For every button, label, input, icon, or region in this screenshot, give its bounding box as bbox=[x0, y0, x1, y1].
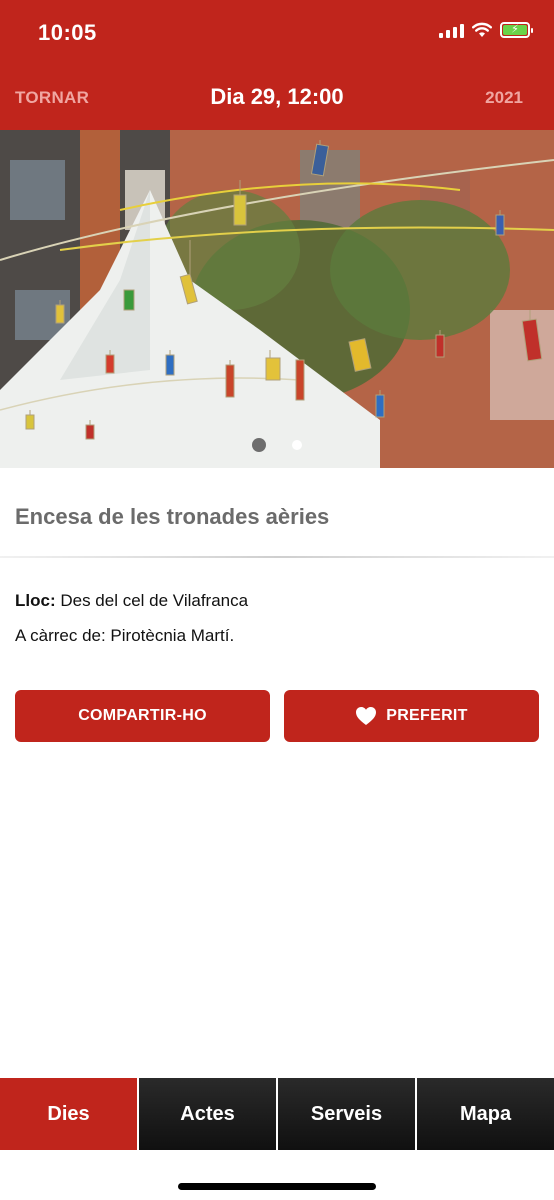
year-button[interactable]: 2021 bbox=[485, 88, 523, 108]
cellular-signal-icon bbox=[439, 22, 464, 38]
favorite-button[interactable]: PREFERIT bbox=[284, 690, 539, 742]
tab-label: Mapa bbox=[459, 1102, 512, 1125]
event-photo bbox=[0, 130, 554, 468]
page-title: Dia 29, 12:00 bbox=[210, 84, 344, 109]
tab-actes[interactable]: Actes bbox=[139, 1078, 278, 1150]
home-indicator-area bbox=[0, 1150, 554, 1200]
tab-dies[interactable]: Dies bbox=[0, 1078, 139, 1150]
tab-mapa[interactable]: Mapa bbox=[417, 1078, 554, 1150]
divider bbox=[0, 556, 554, 558]
tab-label: Serveis bbox=[310, 1102, 383, 1125]
event-title: Encesa de les tronades aèries bbox=[15, 504, 330, 529]
share-button[interactable]: COMPARTIR-HO bbox=[15, 690, 270, 742]
place-value: Des del cel de Vilafranca bbox=[60, 591, 249, 610]
heart-icon bbox=[356, 707, 377, 725]
place-label: Lloc: bbox=[15, 591, 56, 610]
battery-icon: ⚡ bbox=[500, 22, 533, 38]
event-photo-carousel[interactable] bbox=[0, 130, 554, 468]
home-indicator[interactable] bbox=[178, 1183, 376, 1190]
status-time: 10:05 bbox=[38, 20, 97, 45]
app-header: 10:05 ⚡ TORNAR Dia 29, 12:00 2021 bbox=[0, 0, 554, 130]
carousel-pagination[interactable] bbox=[0, 438, 554, 452]
tab-label: Actes bbox=[180, 1102, 235, 1125]
event-organizer: A càrrec de: Pirotècnia Martí. bbox=[15, 626, 235, 645]
carousel-dot-2[interactable] bbox=[292, 440, 302, 450]
carousel-dot-1[interactable] bbox=[252, 438, 266, 452]
share-button-label: COMPARTIR-HO bbox=[78, 707, 207, 724]
tab-label: Dies bbox=[47, 1102, 90, 1125]
status-icons: ⚡ bbox=[439, 22, 533, 38]
event-place: Lloc: Des del cel de Vilafranca bbox=[15, 591, 248, 611]
tab-serveis[interactable]: Serveis bbox=[278, 1078, 417, 1150]
favorite-button-label: PREFERIT bbox=[386, 707, 468, 724]
wifi-icon bbox=[472, 22, 492, 37]
